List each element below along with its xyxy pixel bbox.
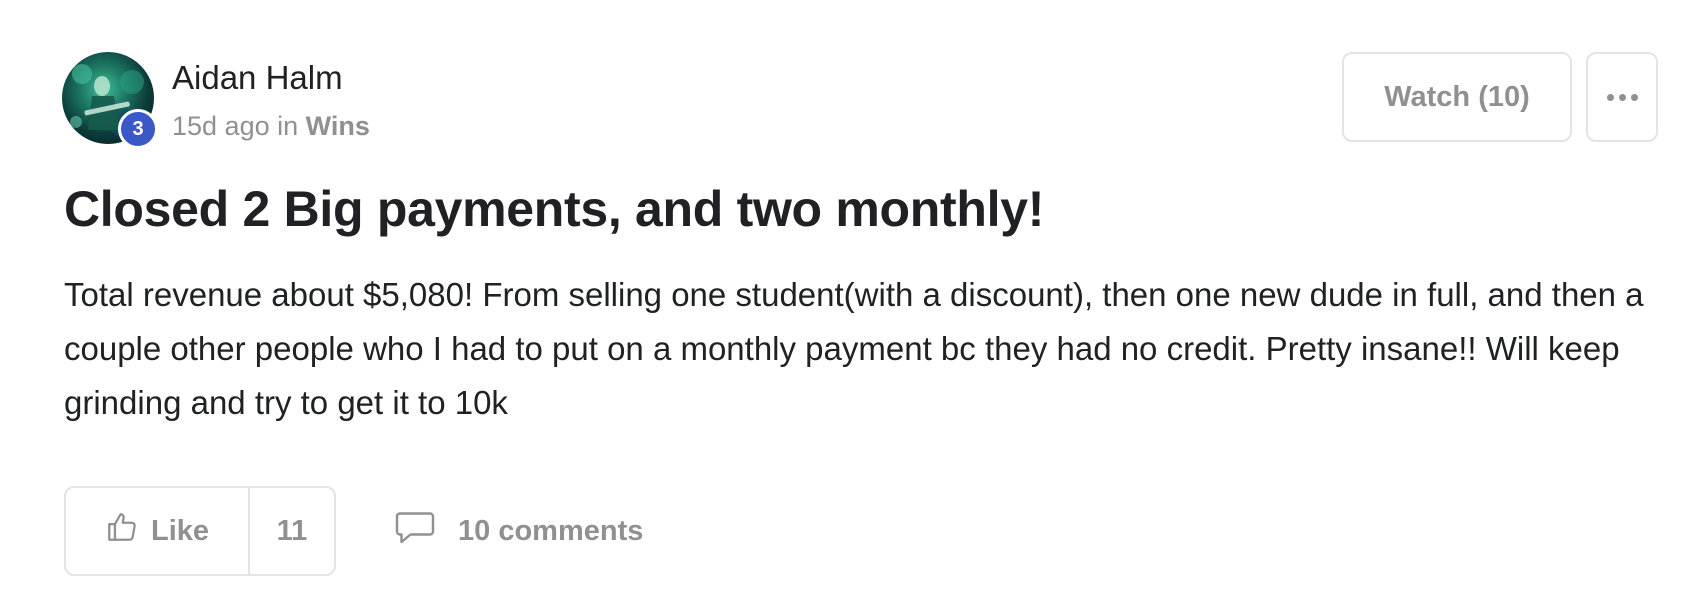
author-avatar[interactable]: 3 [62,52,158,149]
category-link[interactable]: Wins [306,111,370,141]
more-options-button[interactable] [1586,52,1658,142]
post-time: 15d ago [172,111,270,141]
like-group: Like 11 [64,486,336,576]
thumbs-up-icon [105,510,139,552]
post-meta: 15d ago in Wins [172,108,370,144]
watch-button[interactable]: Watch (10) [1342,52,1572,142]
post-title: Closed 2 Big payments, and two monthly! [64,181,1045,237]
meta-in-word: in [277,111,299,141]
post-body: Total revenue about $5,080! From selling… [64,276,1644,421]
like-label: Like [150,514,210,547]
comments-label: 10 comments [458,514,644,547]
comments-link[interactable]: 10 comments [394,506,643,556]
level-badge: 3 [118,109,158,149]
author-name[interactable]: Aidan Halm [172,58,343,98]
like-button[interactable]: Like [66,488,250,574]
speech-bubble-icon [394,509,436,553]
like-count[interactable]: 11 [250,488,334,574]
post-card: 3 Aidan Halm 15d ago in Wins Watch (10) … [0,0,1706,590]
ellipsis-icon [1606,93,1614,101]
